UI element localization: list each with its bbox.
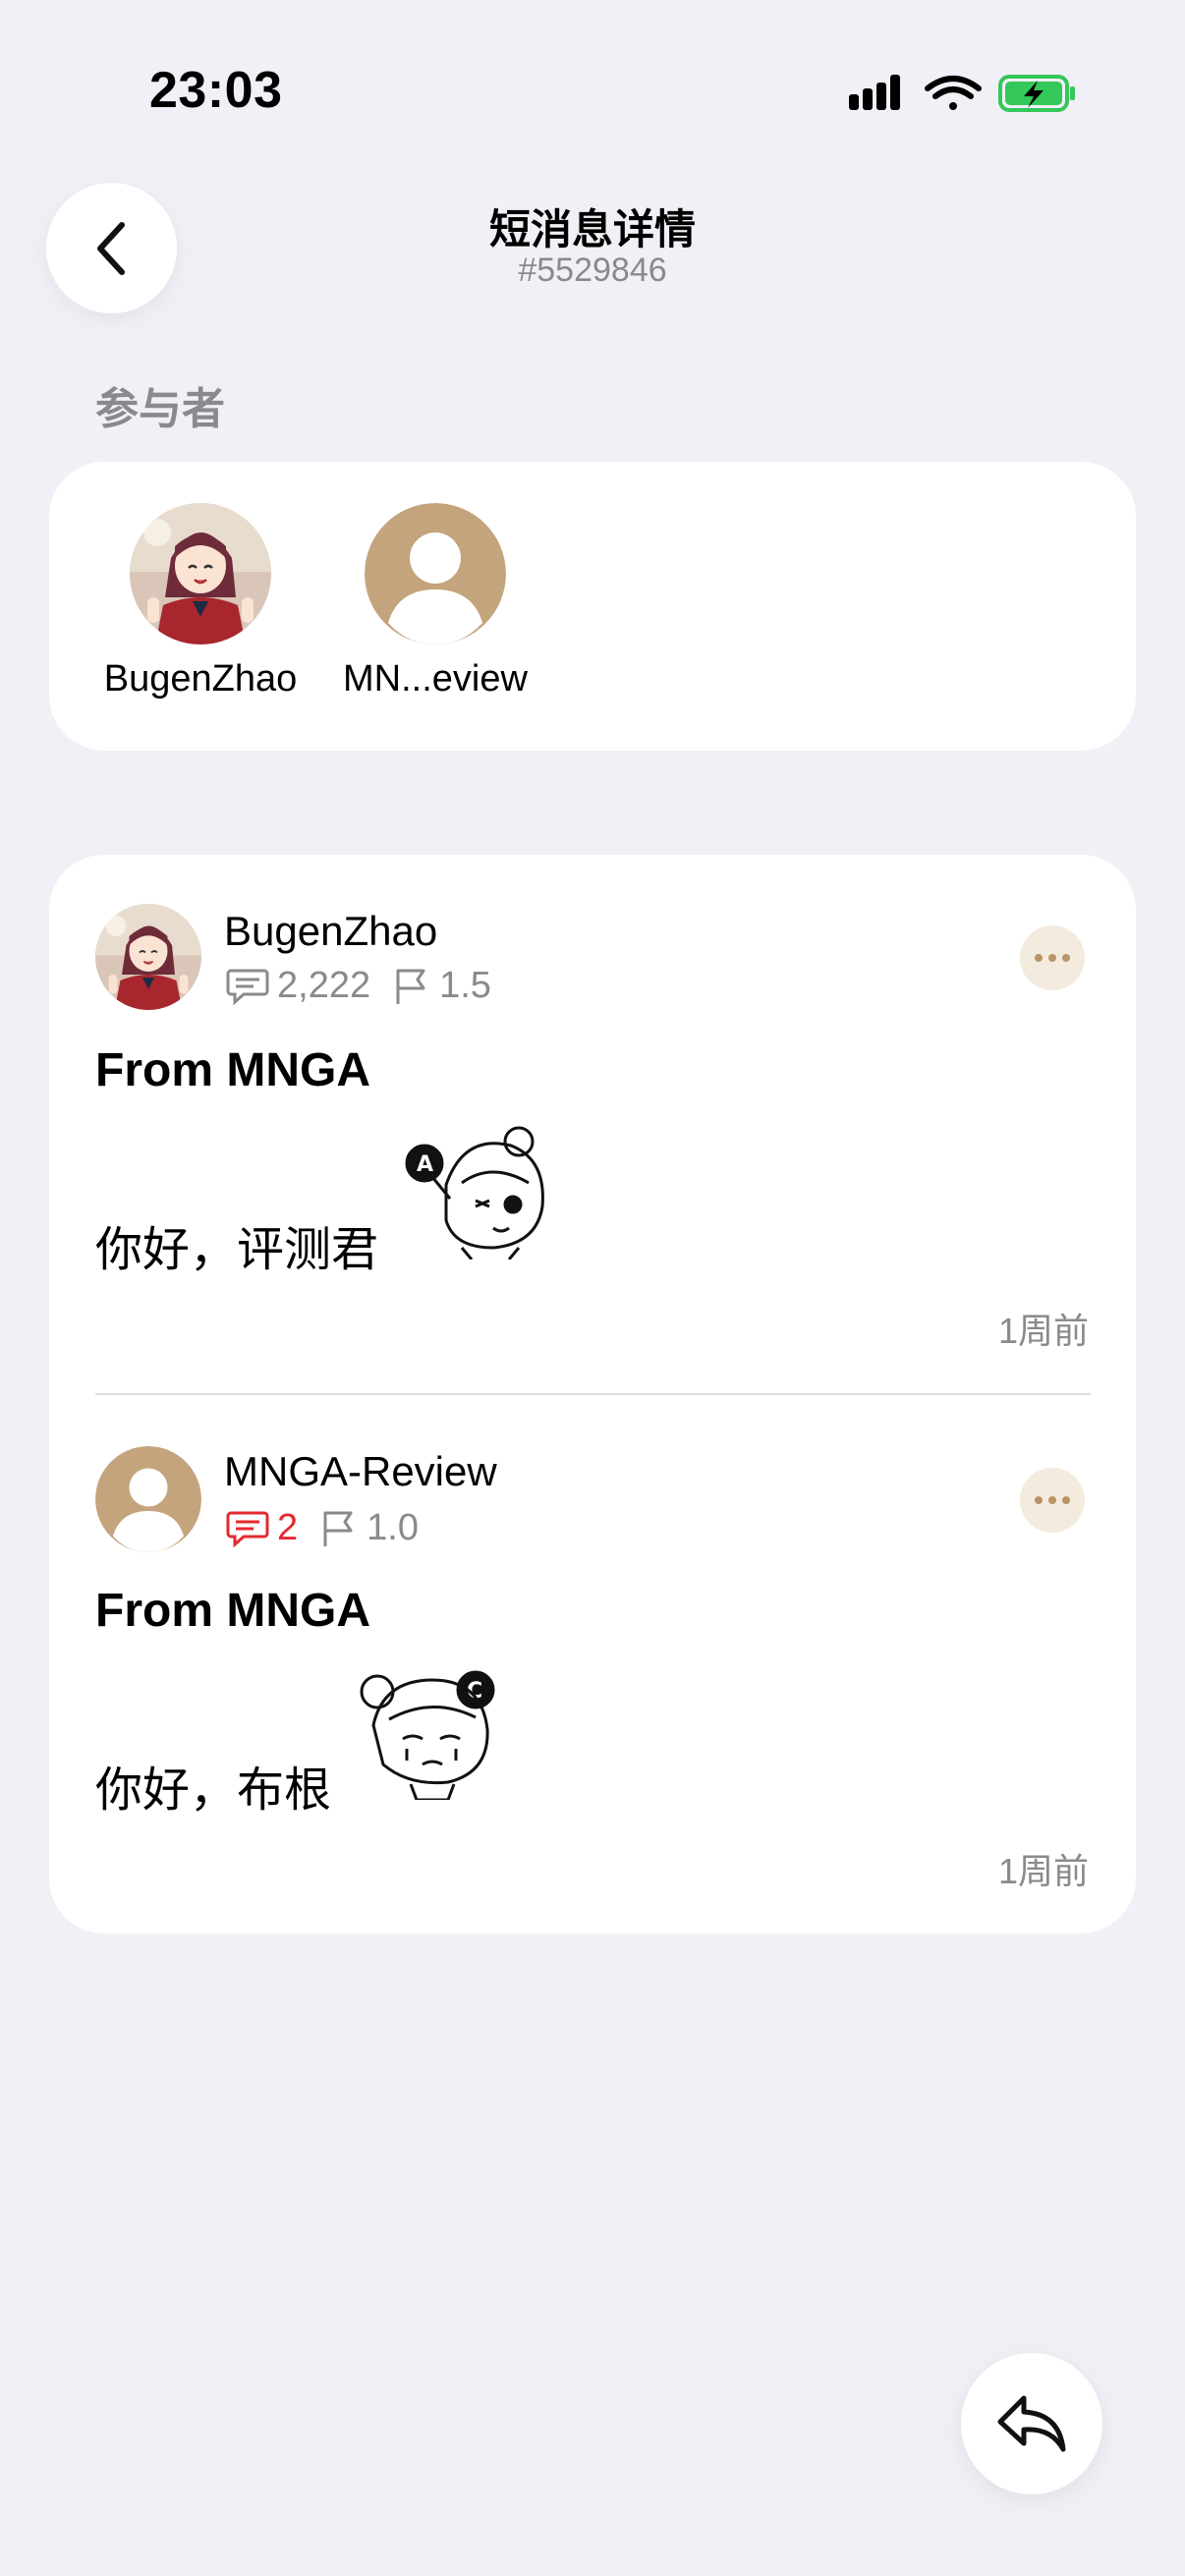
reputation-value: 1.5	[439, 965, 491, 1006]
post-count: 2	[226, 1507, 298, 1549]
message-body: 你好，布根	[95, 1764, 332, 1817]
dot	[1048, 1496, 1056, 1504]
divider	[95, 1393, 1091, 1395]
more-options-button[interactable]	[1020, 925, 1085, 990]
post-count-value: 2	[277, 1507, 299, 1548]
battery-charging-icon	[998, 75, 1075, 112]
status-icons	[845, 71, 1081, 120]
chevron-left-icon	[96, 221, 125, 275]
message-time: 1周前	[997, 1851, 1089, 1891]
more-options-button[interactable]	[1020, 1468, 1085, 1533]
flag-icon	[396, 969, 425, 1004]
participant-mnga-review[interactable]: MN...eview	[317, 503, 553, 700]
dot	[1035, 954, 1043, 962]
comment-icon	[226, 1511, 269, 1547]
participant-name: MN...eview	[343, 658, 528, 700]
participant-bugenzhao[interactable]: BugenZhao	[83, 503, 318, 700]
post-count-value: 2,222	[277, 965, 371, 1006]
avatar[interactable]	[95, 904, 201, 1010]
default-user-avatar-icon	[365, 503, 506, 644]
post-count: 2,222	[226, 965, 370, 1007]
anime-girl-avatar-icon	[130, 503, 271, 644]
avatar[interactable]	[95, 1446, 201, 1552]
participants-label: 参与者	[95, 385, 225, 433]
ac-sticker-wink-icon: A	[403, 1126, 556, 1264]
ac-sticker-cry-icon: C	[354, 1666, 507, 1805]
avatar	[130, 503, 271, 644]
message-time: 1周前	[997, 1311, 1089, 1351]
message-subject: From MNGA	[95, 1044, 370, 1096]
dot	[1062, 954, 1070, 962]
message-author[interactable]: BugenZhao	[224, 908, 437, 955]
message-author[interactable]: MNGA-Review	[224, 1448, 497, 1495]
status-time: 23:03	[149, 62, 283, 119]
author-stats: 2 1.0	[226, 1507, 440, 1549]
wifi-icon	[925, 76, 982, 110]
svg-text:A: A	[417, 1152, 433, 1177]
anime-girl-avatar-icon	[95, 904, 201, 1010]
reputation: 1.5	[392, 965, 491, 1007]
message-body: 你好，评测君	[95, 1224, 379, 1276]
author-stats: 2,222 1.5	[226, 965, 513, 1007]
reply-arrow-icon	[997, 2395, 1066, 2452]
dot	[1035, 1496, 1043, 1504]
signal-icon	[849, 75, 900, 110]
dot	[1062, 1496, 1070, 1504]
participant-name: BugenZhao	[103, 658, 298, 700]
reputation: 1.0	[319, 1507, 419, 1549]
reply-button[interactable]	[961, 2353, 1102, 2494]
back-button[interactable]	[46, 183, 177, 313]
message-subject: From MNGA	[95, 1585, 370, 1637]
message-id: #5529846	[518, 252, 667, 289]
flag-icon	[323, 1511, 353, 1546]
avatar	[365, 503, 506, 644]
page-title: 短消息详情	[488, 206, 696, 252]
comment-icon	[226, 969, 269, 1005]
reputation-value: 1.0	[367, 1507, 419, 1548]
dot	[1048, 954, 1056, 962]
default-user-avatar-icon	[95, 1446, 201, 1552]
